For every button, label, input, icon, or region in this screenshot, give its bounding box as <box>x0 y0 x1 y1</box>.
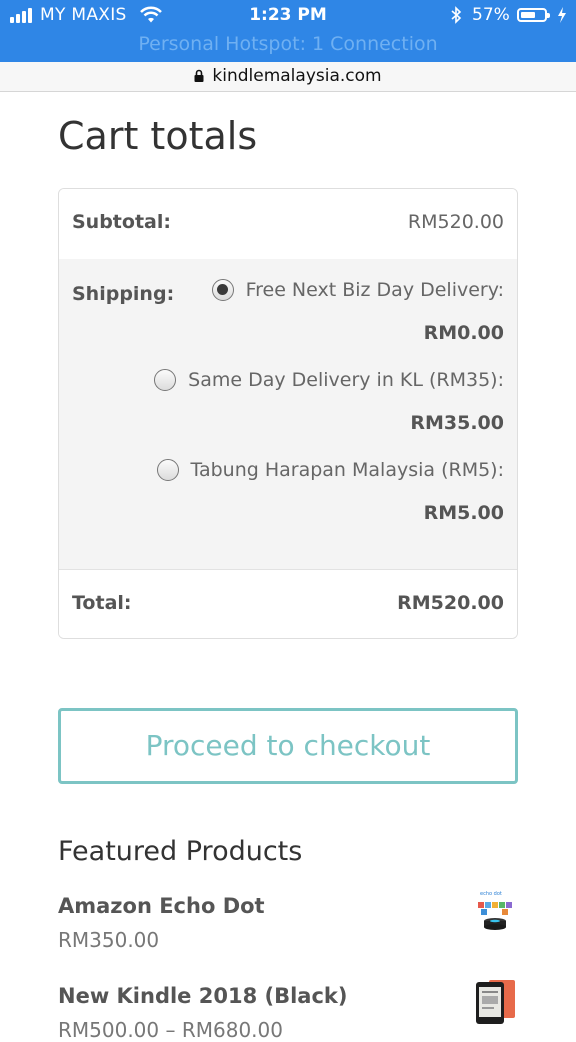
shipping-option-tabung[interactable]: Tabung Harapan Malaysia (RM5): <box>156 459 505 481</box>
hotspot-banner[interactable]: Personal Hotspot: 1 Connection <box>0 33 576 55</box>
shipping-option-free[interactable]: Free Next Biz Day Delivery: <box>211 279 504 301</box>
bluetooth-icon <box>451 6 462 24</box>
product-item[interactable]: New Kindle 2018 (Black) RM500.00 – RM680… <box>58 980 518 1042</box>
kindle-thumbnail[interactable] <box>472 978 518 1024</box>
product-price: RM350.00 <box>58 928 160 952</box>
shipping-option-price: RM0.00 <box>423 322 504 344</box>
charging-icon <box>558 7 566 23</box>
radio-icon[interactable] <box>154 369 177 391</box>
address-bar[interactable]: kindlemalaysia.com <box>0 62 576 92</box>
subtotal-value: RM520.00 <box>407 211 504 233</box>
subtotal-label: Subtotal: <box>72 211 171 233</box>
battery-icon <box>517 8 550 22</box>
shipping-option-label[interactable]: Same Day Delivery in KL (RM35): <box>188 369 504 391</box>
cart-totals-table: Subtotal: RM520.00 Shipping: Free Next B… <box>58 188 518 639</box>
url-text: kindlemalaysia.com <box>212 66 382 86</box>
total-value: RM520.00 <box>397 592 504 614</box>
echo-dot-thumbnail[interactable]: echo dot <box>472 888 518 934</box>
shipping-option-label[interactable]: Free Next Biz Day Delivery: <box>246 279 504 301</box>
total-row: Total: RM520.00 <box>59 570 517 638</box>
subtotal-row: Subtotal: RM520.00 <box>59 189 517 260</box>
product-item[interactable]: Amazon Echo Dot RM350.00 echo dot <box>58 888 518 952</box>
battery-percent: 57% <box>472 5 510 25</box>
url-display[interactable]: kindlemalaysia.com <box>0 66 576 86</box>
proceed-to-checkout-button[interactable]: Proceed to checkout <box>58 708 518 784</box>
shipping-option-same-day[interactable]: Same Day Delivery in KL (RM35): <box>154 369 504 391</box>
thumb-brand-text: echo dot <box>480 891 502 897</box>
total-label: Total: <box>72 592 132 614</box>
product-price: RM500.00 – RM680.00 <box>58 1018 283 1042</box>
product-name[interactable]: Amazon Echo Dot <box>58 894 518 918</box>
shipping-option-label[interactable]: Tabung Harapan Malaysia (RM5): <box>191 459 505 481</box>
shipping-label: Shipping: <box>72 283 175 305</box>
lock-icon <box>194 69 204 82</box>
shipping-row: Shipping: Free Next Biz Day Delivery: RM… <box>59 259 517 570</box>
status-bar: MY MAXIS 1:23 PM 57% Personal Hotspot: 1… <box>0 0 576 62</box>
featured-products-heading: Featured Products <box>58 836 303 867</box>
radio-selected-icon[interactable] <box>211 279 234 301</box>
radio-icon[interactable] <box>156 459 179 481</box>
shipping-option-price: RM5.00 <box>423 502 504 524</box>
product-name[interactable]: New Kindle 2018 (Black) <box>58 984 518 1008</box>
shipping-option-price: RM35.00 <box>410 412 504 434</box>
page-title: Cart totals <box>58 114 258 158</box>
